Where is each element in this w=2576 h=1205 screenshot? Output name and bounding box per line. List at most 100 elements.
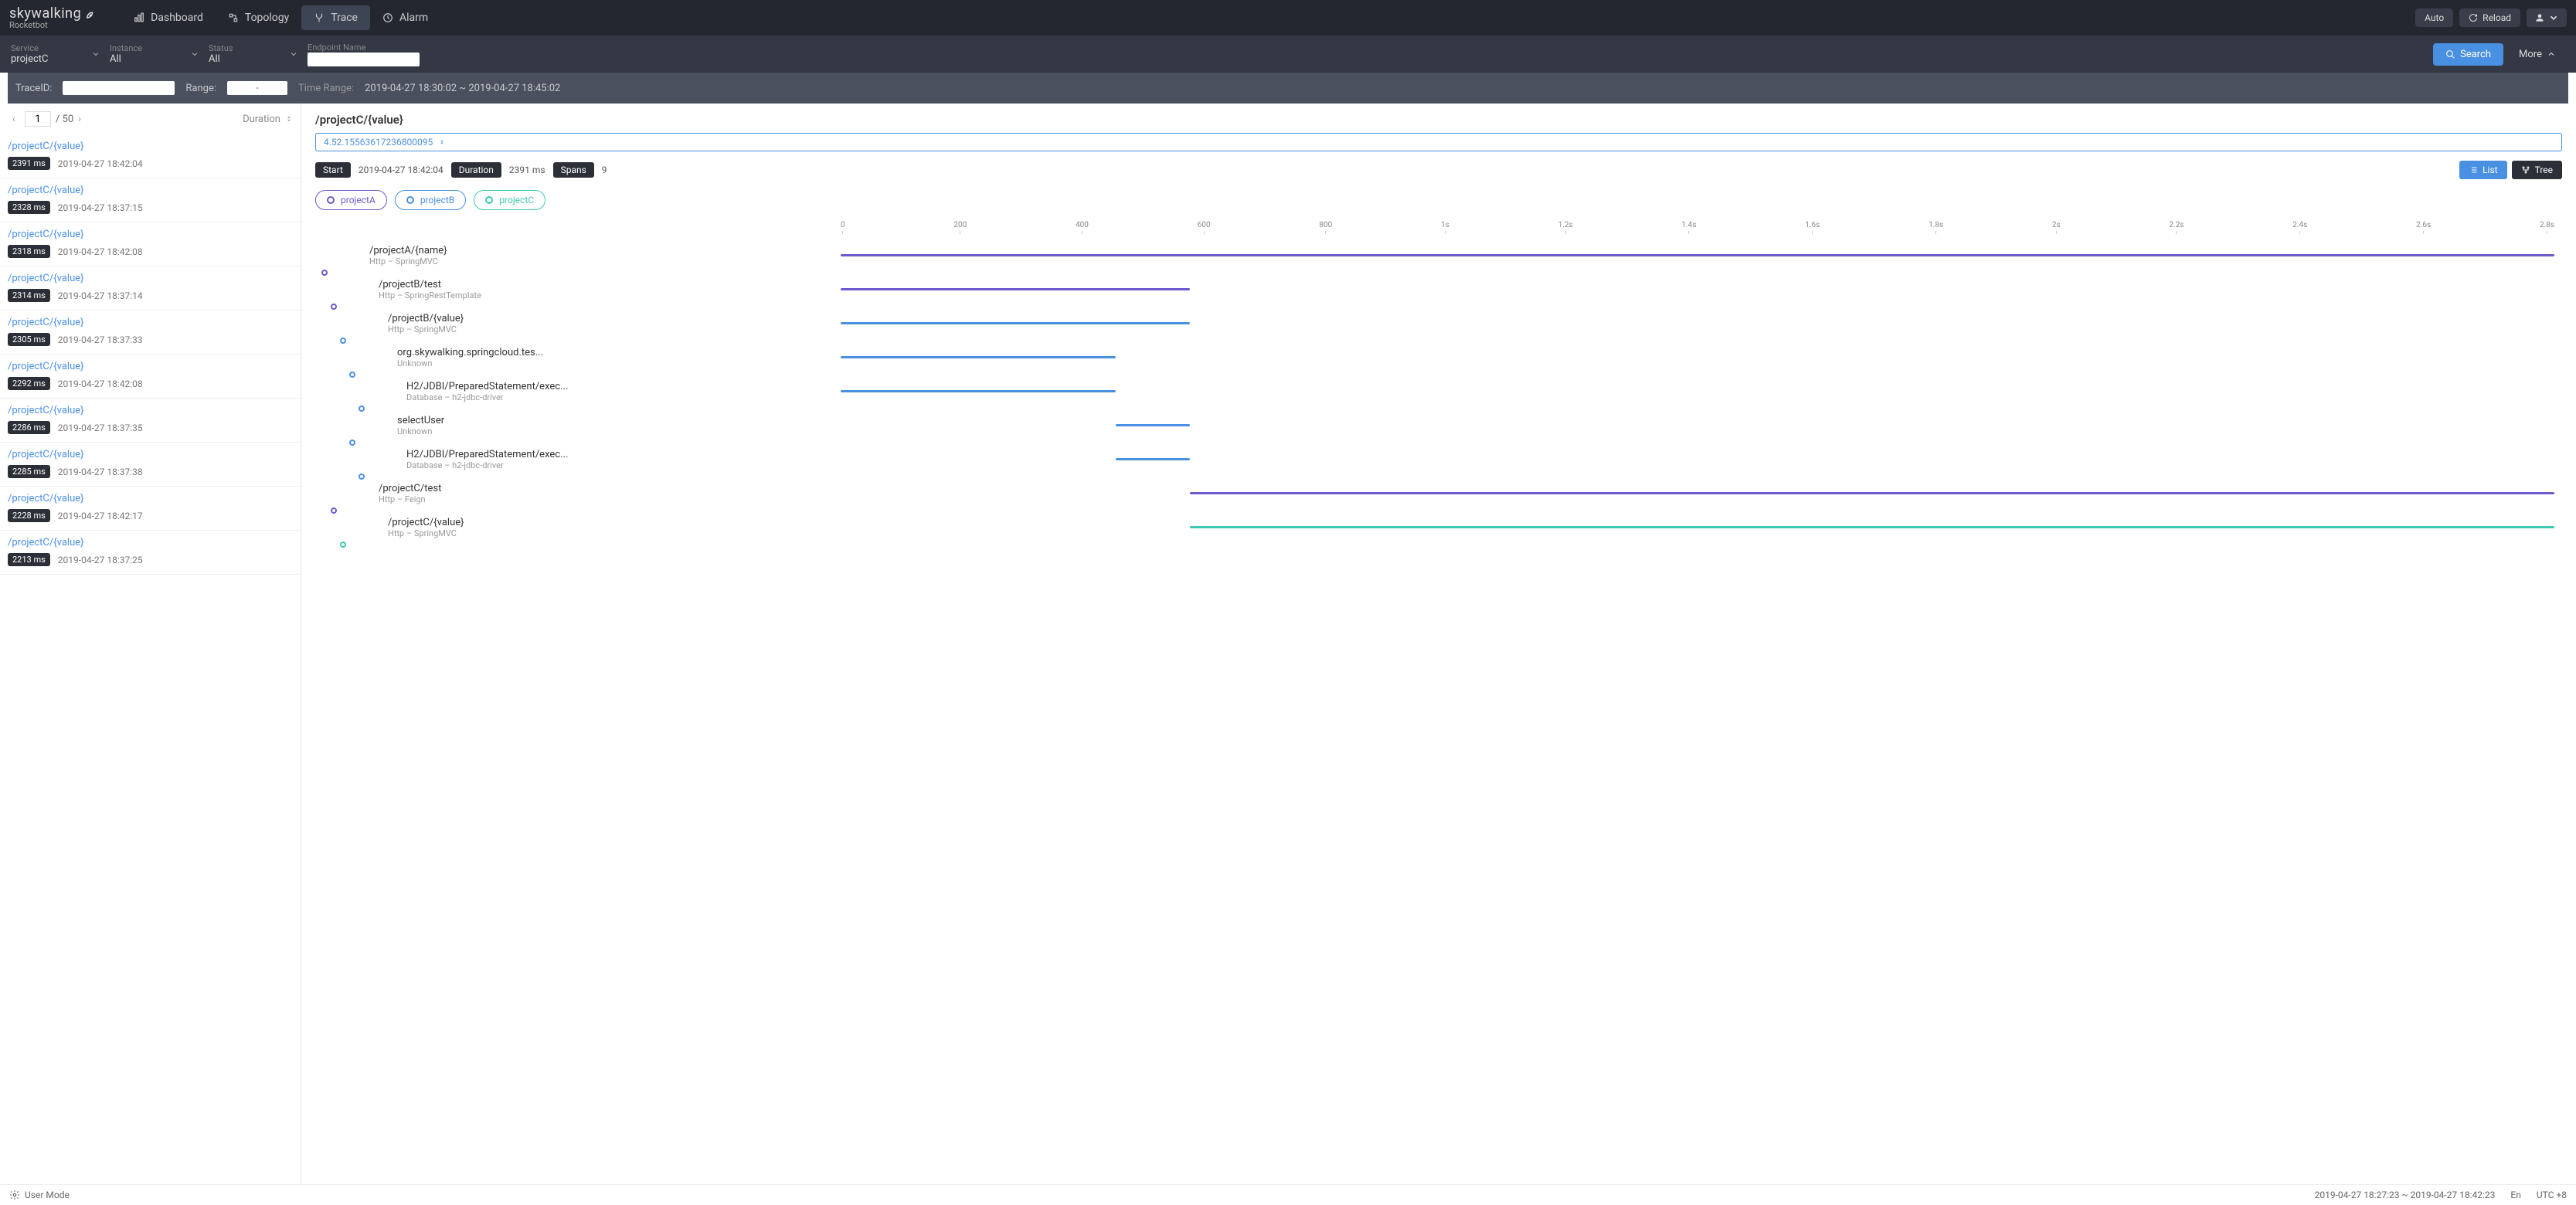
duration-sort[interactable]: Duration bbox=[243, 114, 293, 125]
search-button[interactable]: Search bbox=[2433, 43, 2503, 66]
span-bar bbox=[1190, 526, 2554, 528]
logo: skywalking Rocketbot bbox=[9, 7, 98, 29]
trace-item[interactable]: /projectC/{value} 2285 ms 2019-04-27 18:… bbox=[0, 443, 301, 487]
trace-item[interactable]: /projectC/{value} 2286 ms 2019-04-27 18:… bbox=[0, 399, 301, 443]
span-node-icon bbox=[331, 507, 337, 514]
auto-button[interactable]: Auto bbox=[2415, 8, 2453, 27]
nav-topology-label: Topology bbox=[245, 12, 289, 24]
nav-trace[interactable]: Trace bbox=[301, 5, 370, 30]
chevron-down-icon bbox=[2548, 12, 2559, 23]
span-row[interactable]: /projectB/test Http – SpringRestTemplate bbox=[315, 273, 2562, 307]
duration-sort-label: Duration bbox=[243, 114, 280, 125]
trace-id-selector[interactable]: 4.52.15563617236800095 bbox=[315, 133, 2562, 151]
legend-chip[interactable]: projectA bbox=[315, 190, 387, 210]
span-node-icon bbox=[340, 338, 346, 344]
trace-item[interactable]: /projectC/{value} 2213 ms 2019-04-27 18:… bbox=[0, 531, 301, 575]
trace-item[interactable]: /projectC/{value} 2228 ms 2019-04-27 18:… bbox=[0, 487, 301, 531]
nav-alarm[interactable]: Alarm bbox=[370, 5, 440, 30]
trace-duration-badge: 2328 ms bbox=[8, 201, 50, 214]
instance-label: Instance bbox=[110, 43, 187, 53]
span-row[interactable]: org.skywalking.springcloud.tes... Unknow… bbox=[315, 341, 2562, 375]
legend-label: projectC bbox=[499, 195, 534, 205]
timerange-label: Time Range: bbox=[298, 83, 354, 94]
span-bar bbox=[1116, 424, 1189, 426]
chevron-up-icon bbox=[2547, 49, 2556, 59]
span-bar bbox=[841, 322, 1190, 324]
footer-timerange[interactable]: 2019-04-27 18:27:23 ~ 2019-04-27 18:42:2… bbox=[2315, 1190, 2496, 1200]
span-row[interactable]: selectUser Unknown bbox=[315, 409, 2562, 443]
chevron-down-icon bbox=[289, 49, 298, 59]
rocket-icon bbox=[84, 11, 98, 25]
span-row[interactable]: /projectC/test Http – Feign bbox=[315, 477, 2562, 511]
trace-item[interactable]: /projectC/{value} 2305 ms 2019-04-27 18:… bbox=[0, 311, 301, 355]
footer-tz[interactable]: UTC +8 bbox=[2537, 1190, 2567, 1200]
span-name: /projectC/test bbox=[379, 483, 841, 494]
traceid-input[interactable] bbox=[63, 81, 175, 95]
legend-chip[interactable]: projectB bbox=[395, 190, 466, 210]
span-row[interactable]: H2/JDBI/PreparedStatement/exec... Databa… bbox=[315, 375, 2562, 409]
nav-dashboard[interactable]: Dashboard bbox=[121, 5, 216, 30]
trace-duration-badge: 2391 ms bbox=[8, 157, 50, 170]
trace-list: /projectC/{value} 2391 ms 2019-04-27 18:… bbox=[0, 134, 301, 1184]
more-button[interactable]: More bbox=[2510, 43, 2565, 66]
trace-timestamp: 2019-04-27 18:42:08 bbox=[58, 378, 143, 389]
span-node-icon bbox=[359, 474, 365, 480]
nav-dashboard-label: Dashboard bbox=[151, 12, 203, 24]
merge-icon bbox=[314, 12, 325, 23]
legend-chip[interactable]: projectC bbox=[474, 190, 545, 210]
span-node-icon bbox=[359, 406, 365, 412]
trace-endpoint: /projectC/{value} bbox=[8, 493, 293, 504]
user-icon bbox=[2534, 12, 2545, 23]
user-mode-label[interactable]: User Mode bbox=[25, 1190, 70, 1200]
span-bar bbox=[841, 356, 1116, 358]
range-input[interactable] bbox=[227, 81, 287, 95]
trace-timestamp: 2019-04-27 18:42:08 bbox=[58, 246, 143, 257]
search-label: Search bbox=[2460, 49, 2491, 60]
gear-icon bbox=[9, 1190, 20, 1200]
more-label: More bbox=[2519, 49, 2542, 60]
pager-next[interactable]: › bbox=[73, 114, 86, 125]
endpoint-filter: Endpoint Name bbox=[308, 42, 435, 66]
trace-endpoint: /projectC/{value} bbox=[8, 361, 293, 372]
span-subtitle: Unknown bbox=[397, 426, 841, 436]
pager-prev[interactable]: ‹ bbox=[8, 114, 20, 125]
footer-lang[interactable]: En bbox=[2510, 1190, 2520, 1200]
user-menu-button[interactable] bbox=[2527, 8, 2567, 27]
status-value: All bbox=[209, 53, 286, 65]
span-row[interactable]: H2/JDBI/PreparedStatement/exec... Databa… bbox=[315, 443, 2562, 477]
chevron-down-icon bbox=[190, 49, 199, 59]
duration-tag: Duration bbox=[451, 162, 501, 178]
sort-icon bbox=[439, 138, 445, 146]
endpoint-input[interactable] bbox=[308, 53, 420, 66]
list-view-button[interactable]: List bbox=[2459, 161, 2507, 179]
status-filter[interactable]: Status All bbox=[209, 43, 301, 65]
span-subtitle: Unknown bbox=[397, 358, 841, 368]
span-row[interactable]: /projectC/{value} Http – SpringMVC bbox=[315, 511, 2562, 545]
trace-duration-badge: 2318 ms bbox=[8, 245, 50, 258]
span-subtitle: Http – SpringRestTemplate bbox=[379, 290, 841, 300]
pager-input[interactable] bbox=[25, 111, 51, 127]
nav-topology[interactable]: Topology bbox=[216, 5, 301, 30]
service-label: Service bbox=[11, 43, 88, 53]
span-name: /projectB/{value} bbox=[388, 313, 841, 324]
logo-main: skywalking bbox=[9, 7, 81, 21]
span-row[interactable]: /projectB/{value} Http – SpringMVC bbox=[315, 307, 2562, 341]
span-node-icon bbox=[321, 270, 328, 276]
service-filter[interactable]: Service projectC bbox=[11, 43, 104, 65]
trace-endpoint: /projectC/{value} bbox=[8, 317, 293, 328]
tree-view-button[interactable]: Tree bbox=[2512, 161, 2562, 179]
tree-icon bbox=[2521, 165, 2530, 175]
span-row[interactable]: /projectA/{name} Http – SpringMVC bbox=[315, 239, 2562, 273]
trace-item[interactable]: /projectC/{value} 2314 ms 2019-04-27 18:… bbox=[0, 266, 301, 311]
trace-item[interactable]: /projectC/{value} 2391 ms 2019-04-27 18:… bbox=[0, 134, 301, 178]
endpoint-label: Endpoint Name bbox=[308, 42, 420, 53]
reload-button[interactable]: Reload bbox=[2459, 8, 2520, 27]
axis-tick: 0 bbox=[841, 221, 845, 234]
trace-duration-badge: 2314 ms bbox=[8, 289, 50, 302]
trace-item[interactable]: /projectC/{value} 2328 ms 2019-04-27 18:… bbox=[0, 178, 301, 222]
instance-filter[interactable]: Instance All bbox=[110, 43, 202, 65]
list-label: List bbox=[2483, 165, 2498, 175]
service-value: projectC bbox=[11, 53, 88, 65]
trace-item[interactable]: /projectC/{value} 2318 ms 2019-04-27 18:… bbox=[0, 222, 301, 266]
trace-item[interactable]: /projectC/{value} 2292 ms 2019-04-27 18:… bbox=[0, 355, 301, 399]
